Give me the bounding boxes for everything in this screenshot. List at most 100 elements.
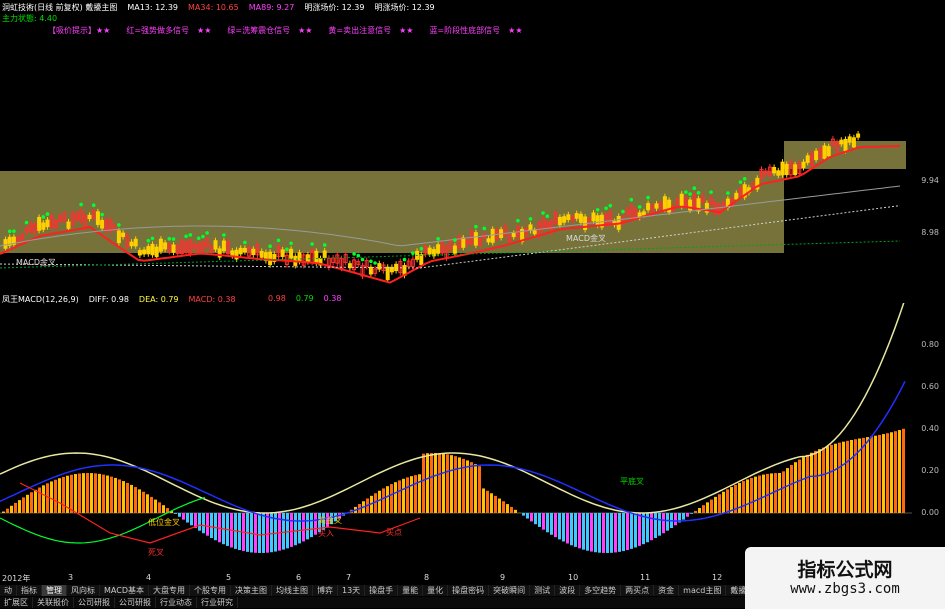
macd-bar xyxy=(478,466,481,513)
candle-body xyxy=(532,230,537,235)
macd-bar xyxy=(586,513,589,551)
site-watermark: 指标公式网 www.zbgs3.com xyxy=(745,547,945,609)
green-dot xyxy=(482,226,487,231)
green-dot xyxy=(41,215,46,219)
indicator-tab-8[interactable]: 均线主图 xyxy=(272,585,313,596)
price-chart[interactable]: MACD金叉 MACD金叉 xyxy=(0,36,945,294)
indicator-tab-17[interactable]: 波段 xyxy=(555,585,581,596)
green-dot xyxy=(276,238,281,243)
green-dot xyxy=(436,236,440,241)
green-dot xyxy=(171,237,176,241)
candle-body xyxy=(377,263,382,270)
candle-body xyxy=(801,161,806,168)
candle-body xyxy=(595,215,600,226)
macd-bar xyxy=(86,473,89,513)
candle-body xyxy=(238,247,243,255)
info-tab-2[interactable]: 公司研报 xyxy=(74,597,115,608)
info-tab-1[interactable]: 关联报价 xyxy=(33,597,74,608)
macd-bar xyxy=(650,513,653,541)
green-dot xyxy=(91,203,96,208)
macd-bar xyxy=(594,513,597,553)
macd-bar xyxy=(810,452,813,513)
candle-body xyxy=(41,222,46,230)
macd-bar xyxy=(822,447,825,513)
green-dot xyxy=(742,176,747,181)
info-tab-4[interactable]: 行业动态 xyxy=(156,597,197,608)
macd-bar xyxy=(578,513,581,549)
indicator-tab-10[interactable]: 13天 xyxy=(338,585,366,596)
indicator-tab-0[interactable]: 动 xyxy=(0,585,17,596)
info-tab-0[interactable]: 扩展区 xyxy=(0,597,33,608)
indicator-tab-15[interactable]: 突破瞬间 xyxy=(489,585,531,596)
macd-bar xyxy=(682,513,685,520)
candle-body xyxy=(154,246,159,258)
macd-chart[interactable]: 低位金叉 死叉 高金叉 买入 买点 平底叉 xyxy=(0,303,945,568)
indicator-tab-4[interactable]: MACD基本 xyxy=(100,585,149,596)
date-month-11: 11 xyxy=(640,573,651,582)
macd-axis-4: 0.00 xyxy=(921,508,939,517)
green-dot xyxy=(167,236,172,241)
macd-bar xyxy=(74,474,77,513)
indicator-tab-11[interactable]: 操盘手 xyxy=(365,585,399,596)
green-dot xyxy=(7,229,12,234)
macd-bar xyxy=(210,513,213,539)
indicator-tab-1[interactable]: 指标 xyxy=(17,585,42,596)
macd-bar xyxy=(762,474,765,513)
macd-bar xyxy=(850,439,853,513)
macd-bar xyxy=(490,493,493,513)
macd-bar xyxy=(198,513,201,531)
macd-axis-0: 0.80 xyxy=(921,340,939,349)
macd-bar xyxy=(590,513,593,552)
macd-bar xyxy=(706,502,709,513)
macd-bar xyxy=(386,486,389,513)
indicator-tab-14[interactable]: 操盘密码 xyxy=(448,585,490,596)
macd-bar xyxy=(618,513,621,552)
macd-bar xyxy=(746,479,749,513)
macd-bar xyxy=(798,459,801,513)
indicator-tab-21[interactable]: macd主图 xyxy=(679,585,727,596)
macd-bar xyxy=(250,513,253,553)
indicator-tab-12[interactable]: 量能 xyxy=(398,585,424,596)
macd-bar xyxy=(390,484,393,513)
macd-bar xyxy=(726,489,729,513)
green-dot xyxy=(222,233,226,237)
indicator-tab-5[interactable]: 大盘专用 xyxy=(149,585,190,596)
candle-body xyxy=(230,250,235,257)
chart-title: 洞虹技術(日线 前复权) 戴擾主图 xyxy=(2,3,118,12)
green-dot xyxy=(419,246,424,251)
indicator-tab-9[interactable]: 博弈 xyxy=(313,585,338,596)
indicator-tab-7[interactable]: 决策主图 xyxy=(231,585,272,596)
green-dot xyxy=(604,206,608,211)
candle-body xyxy=(289,248,294,259)
macd-bar xyxy=(30,492,33,513)
green-dot xyxy=(201,234,205,239)
candle-body xyxy=(646,203,651,211)
candle-body xyxy=(486,238,491,243)
macd-bar xyxy=(314,513,317,535)
date-month-7: 7 xyxy=(346,573,352,582)
indicator-tab-13[interactable]: 量化 xyxy=(423,585,449,596)
macd-bar xyxy=(202,513,205,534)
macd-right-3: 0.38 xyxy=(323,294,342,303)
candle-body xyxy=(843,138,848,152)
indicator-tab-18[interactable]: 多空趋势 xyxy=(580,585,622,596)
macd-bar xyxy=(862,437,865,513)
indicator-tab-2[interactable]: 管理 xyxy=(42,585,67,596)
macd-bar xyxy=(522,513,525,516)
candle-body xyxy=(45,219,50,228)
macd-bar xyxy=(130,484,133,513)
macd-bar xyxy=(782,471,785,513)
indicator-tab-20[interactable]: 资金 xyxy=(654,585,680,596)
indicator-tab-3[interactable]: 风向标 xyxy=(67,585,100,596)
macd-bar xyxy=(454,456,457,513)
indicator-tab-16[interactable]: 测试 xyxy=(530,585,556,596)
macd-bar xyxy=(398,480,401,513)
indicator-tab-19[interactable]: 两买点 xyxy=(621,585,655,596)
info-tab-5[interactable]: 行业研究 xyxy=(197,597,238,608)
macd-bar xyxy=(310,513,313,538)
macd-bar xyxy=(114,477,117,513)
info-tab-3[interactable]: 公司研报 xyxy=(115,597,156,608)
candle-body xyxy=(221,240,226,252)
indicator-tab-6[interactable]: 个股专用 xyxy=(190,585,231,596)
macd-bar xyxy=(874,435,877,513)
